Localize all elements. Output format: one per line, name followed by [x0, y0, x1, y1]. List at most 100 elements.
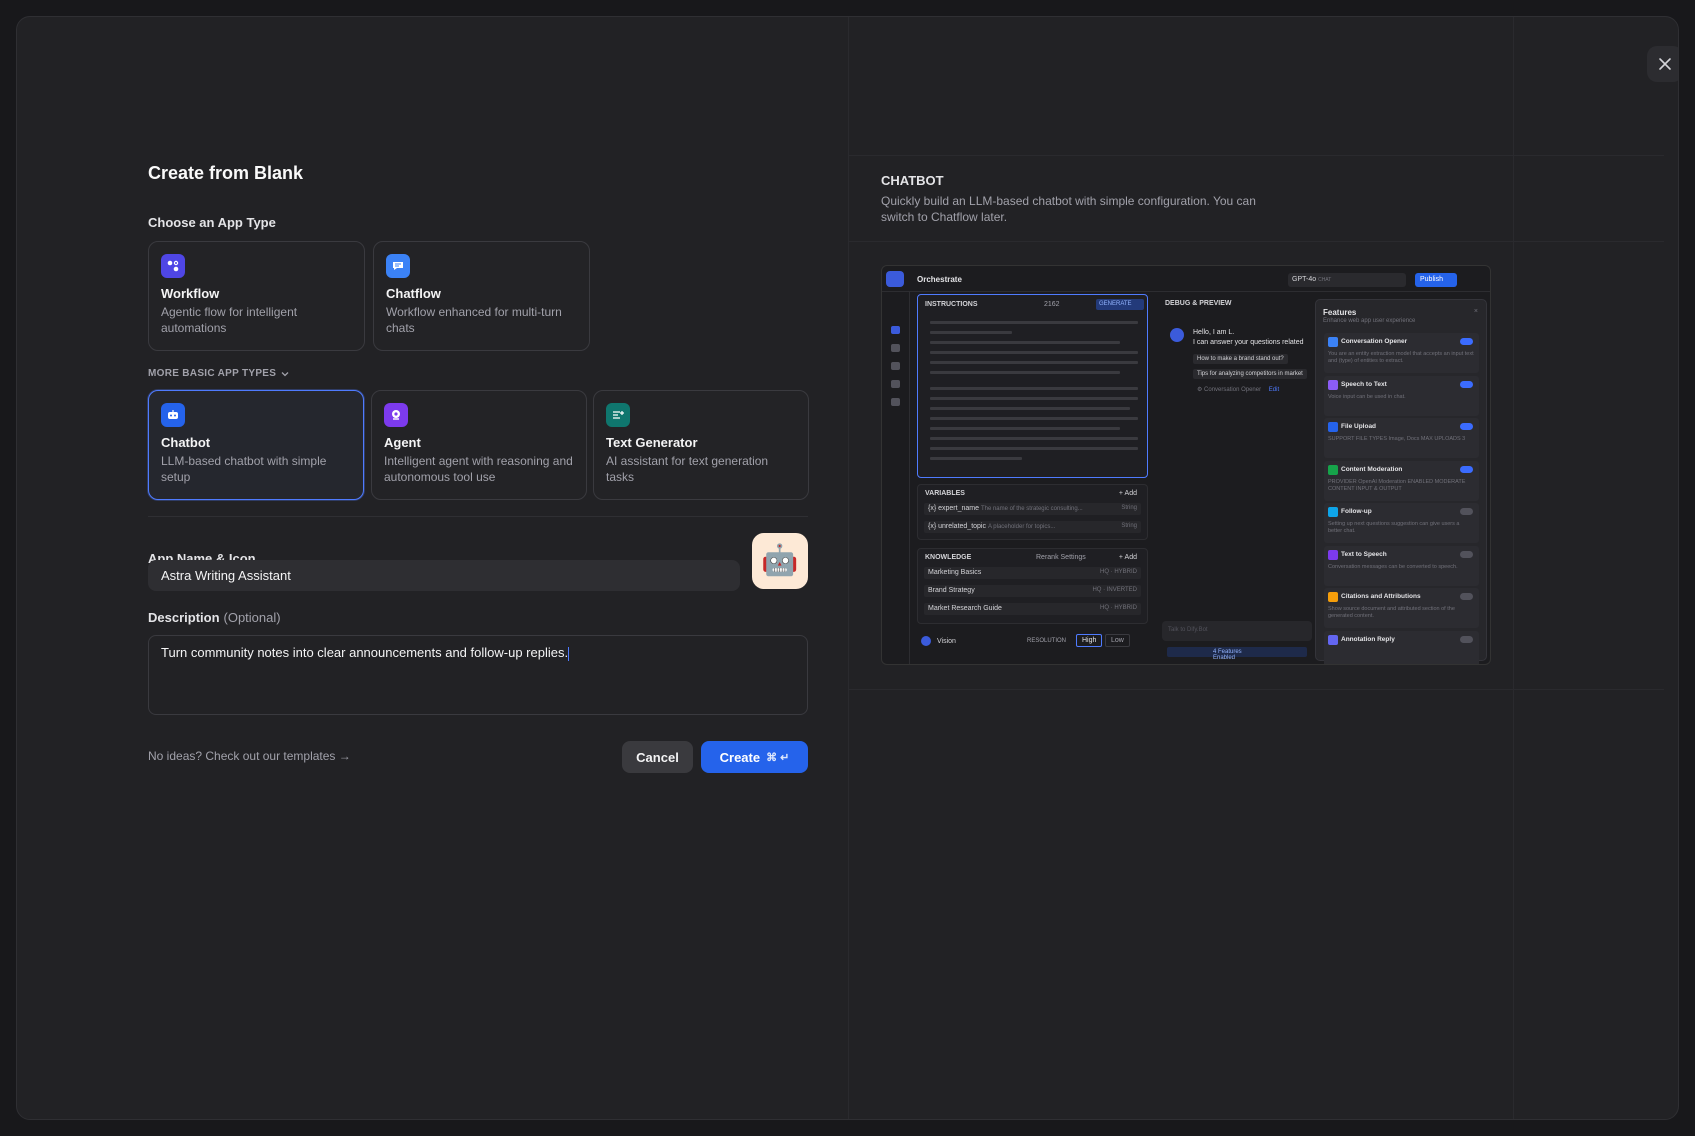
feature-desc: You are an entity extraction model that …	[1328, 351, 1474, 364]
feature-item: Content Moderation PROVIDER OpenAI Modera…	[1324, 460, 1479, 501]
create-button[interactable]: Create ⌘ ↵	[701, 741, 808, 773]
feature-icon	[1328, 592, 1338, 602]
variable-type: String	[1121, 505, 1137, 511]
workflow-icon	[161, 254, 185, 278]
feature-item: Annotation Reply	[1324, 630, 1479, 664]
preview-orchestrate: Orchestrate	[917, 275, 962, 284]
preview-grid-line	[1513, 17, 1514, 1119]
preview-vision: Vision RESOLUTION High Low	[917, 633, 1148, 651]
feature-toggle	[1460, 465, 1473, 473]
knowledge-add: + Add	[1118, 554, 1137, 561]
features-enabled: 4 Features Enabled	[1167, 647, 1307, 661]
text-generator-icon	[606, 403, 630, 427]
card-desc: Workflow enhanced for multi-turn chats	[386, 305, 562, 335]
text-line	[930, 437, 1138, 440]
card-desc: LLM-based chatbot with simple setup	[161, 454, 327, 484]
sidebar-icon	[891, 398, 900, 406]
preview-model-name: GPT-4o	[1292, 276, 1317, 283]
variables-add: + Add	[1118, 490, 1137, 497]
preview-publish: Publish	[1415, 273, 1457, 287]
features-subtitle: Enhance web app user experience	[1323, 318, 1416, 324]
knowledge-tag: HQ · HYBRID	[1099, 605, 1137, 611]
app-type-chatbot[interactable]: Chatbot LLM-based chatbot with simple se…	[148, 390, 364, 500]
feature-item: File Upload SUPPORT FILE TYPES Image, Doc…	[1324, 418, 1479, 458]
cancel-button[interactable]: Cancel	[622, 741, 693, 773]
text-line	[930, 427, 1120, 430]
feature-desc: PROVIDER OpenAI Moderation ENABLED MODER…	[1328, 478, 1466, 492]
variable-type: String	[1121, 523, 1137, 529]
card-title: Chatbot	[161, 435, 211, 450]
opener-note-text: Conversation Opener	[1204, 387, 1262, 393]
text-line	[930, 397, 1138, 400]
preview-variables: VARIABLES + Add {x} expert_name The name…	[917, 484, 1148, 540]
knowledge-name: Brand Strategy	[928, 587, 975, 594]
features-panel: Features Enhance web app user experience…	[1315, 299, 1487, 664]
variables-title: VARIABLES	[925, 490, 965, 497]
modal-title: Create from Blank	[148, 163, 304, 183]
text-line	[930, 457, 1022, 460]
resolution-low: Low	[1105, 634, 1130, 647]
chatbot-icon	[161, 403, 185, 427]
text-line	[930, 321, 1138, 324]
feature-name: Citations and Attributions	[1341, 593, 1421, 600]
feature-desc: Show source document and attributed sect…	[1328, 606, 1455, 619]
description-textarea[interactable]: Turn community notes into clear announce…	[148, 635, 808, 715]
feature-icon	[1328, 464, 1338, 475]
opener-edit: Edit	[1268, 387, 1280, 393]
description-label-text: Description	[148, 610, 220, 625]
app-type-agent[interactable]: Agent Intelligent agent with reasoning a…	[371, 390, 587, 500]
robot-icon: 🤖	[761, 544, 799, 577]
greeting-line: Hello, I am L.	[1193, 329, 1235, 336]
sidebar-icon	[891, 380, 900, 388]
preview-title: CHATBOT	[881, 173, 944, 188]
variable-hint: The name of the strategic consulting...	[980, 506, 1083, 512]
feature-name: Content Moderation	[1341, 465, 1403, 473]
feature-icon	[1328, 422, 1338, 432]
variable-key: {x} expert_name	[928, 505, 979, 512]
variable-row: {x} unrelated_topic A placeholder for to…	[924, 521, 1141, 533]
feature-toggle	[1460, 423, 1473, 430]
more-app-types-toggle[interactable]: MORE BASIC APP TYPES	[148, 368, 290, 379]
text-line	[930, 361, 1138, 364]
feature-name: Annotation Reply	[1341, 635, 1395, 643]
agent-icon	[384, 403, 408, 427]
feature-name: File Upload	[1341, 423, 1377, 430]
create-label: Create	[719, 749, 761, 765]
opener-note: ⚙ Conversation Opener Edit	[1197, 387, 1280, 393]
app-icon-picker[interactable]: 🤖	[752, 533, 808, 589]
app-type-workflow[interactable]: Workflow Agentic flow for intelligent au…	[148, 241, 365, 351]
text-line	[930, 387, 1138, 390]
feature-item: Speech to Text Voice input can be used in…	[1324, 375, 1479, 416]
variable-hint: A placeholder for topics...	[987, 524, 1056, 530]
text-line	[930, 371, 1120, 374]
feature-icon	[1328, 549, 1338, 560]
knowledge-tag: HQ · HYBRID	[1099, 569, 1137, 575]
app-name-input[interactable]: Astra Writing Assistant	[148, 560, 740, 591]
feature-item: Citations and Attributions Show source do…	[1324, 588, 1479, 628]
preview-model-mode: CHAT	[1318, 277, 1332, 283]
preview-grid-line	[848, 155, 1664, 156]
knowledge-row: Brand Strategy HQ · INVERTED	[924, 585, 1141, 597]
talk-input: Talk to Dify.Bot	[1162, 621, 1312, 641]
feature-icon	[1328, 634, 1338, 645]
text-line	[930, 341, 1120, 344]
close-icon: ×	[1473, 308, 1478, 315]
feature-desc: Setting up next questions suggestion can…	[1328, 521, 1460, 534]
knowledge-title: KNOWLEDGE	[925, 554, 972, 561]
feature-name: Text to Speech	[1341, 550, 1387, 558]
preview-instructions: INSTRUCTIONS 2162 GENERATE	[917, 294, 1148, 478]
app-type-chatflow[interactable]: Chatflow Workflow enhanced for multi-tur…	[373, 241, 590, 351]
vision-icon	[921, 636, 931, 646]
templates-link[interactable]: No ideas? Check out our templates →	[148, 749, 351, 763]
feature-icon	[1328, 379, 1338, 390]
suggestion-chip: How to make a brand stand out?	[1193, 354, 1288, 364]
app-logo-icon	[886, 271, 904, 287]
variable-key: {x} unrelated_topic	[928, 523, 986, 530]
feature-toggle	[1460, 508, 1473, 515]
app-type-text-generator[interactable]: Text Generator AI assistant for text gen…	[593, 390, 809, 500]
card-desc: Agentic flow for intelligent automations	[161, 305, 298, 335]
text-line	[930, 331, 1012, 334]
feature-name: Follow-up	[1341, 508, 1372, 515]
more-app-types-label: MORE BASIC APP TYPES	[148, 368, 277, 379]
preview-header: Orchestrate GPT-4o CHAT Publish	[882, 266, 1490, 292]
